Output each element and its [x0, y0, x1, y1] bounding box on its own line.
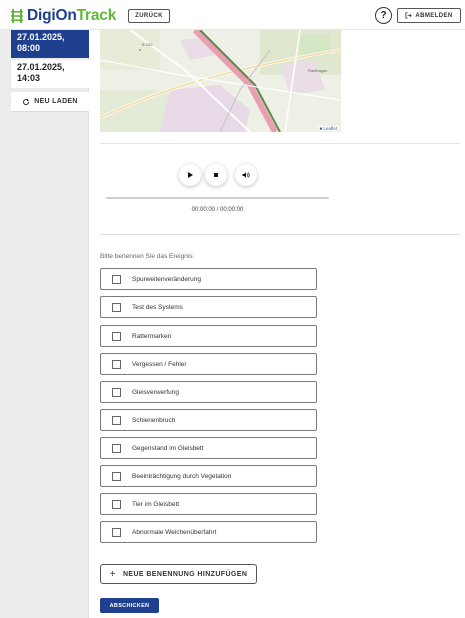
checkbox[interactable] [112, 471, 121, 481]
option-vergessen-fehler[interactable]: Vergessen / Fehler [100, 353, 317, 375]
divider [100, 234, 460, 235]
help-button[interactable]: ? [375, 7, 392, 24]
option-tier-im-gleisbett[interactable]: Tier im Gleisbett [100, 493, 317, 515]
submit-button[interactable]: ABSCHICKEN [100, 598, 159, 613]
sidebar-item-event-2[interactable]: 27.01.2025, 14:03 [11, 60, 89, 88]
option-beeintraechtigung-vegetation[interactable]: Beeinträchtigung durch Vegetation [100, 465, 317, 487]
option-schienenbruch[interactable]: Schienenbruch [100, 409, 317, 431]
checkbox[interactable] [112, 527, 121, 537]
checkbox[interactable] [112, 359, 121, 369]
app-header: DigiOnTrack ZURÜCK ? ABMELDEN [0, 0, 465, 30]
logout-label: ABMELDEN [415, 12, 453, 19]
checkbox[interactable] [112, 415, 121, 425]
map-tiles: B 100 Rasthagen [100, 30, 341, 132]
checkbox[interactable] [112, 499, 121, 509]
back-button[interactable]: ZURÜCK [128, 9, 170, 23]
option-label: Schienenbruch [132, 416, 176, 424]
option-label: Abnormale Weichenüberfahrt [132, 528, 217, 536]
logo: DigiOnTrack [11, 7, 116, 25]
brand-name: DigiOnTrack [27, 7, 117, 24]
stop-button[interactable] [205, 164, 227, 186]
logout-icon [405, 12, 413, 19]
play-icon [188, 172, 193, 178]
option-label: Rattermarken [132, 332, 172, 340]
checkbox[interactable] [112, 274, 121, 284]
option-label: Tier im Gleisbett [132, 500, 180, 508]
checkbox[interactable] [112, 331, 121, 341]
logout-button[interactable]: ABMELDEN [397, 8, 461, 23]
option-label: Test des Systems [132, 303, 183, 311]
map-view[interactable]: B 100 Rasthagen ■ Leaflet [100, 30, 341, 132]
option-label: Vergessen / Fehler [132, 360, 187, 368]
event-sidebar: 27.01.2025, 08:00 27.01.2025, 14:03 NEU … [0, 30, 89, 618]
stop-icon [214, 173, 218, 177]
sidebar-item-event-1[interactable]: 27.01.2025, 08:00 [11, 30, 89, 58]
railway-track-icon [11, 9, 23, 23]
add-label-text: NEUE BENENNUNG HINZUFÜGEN [122, 570, 248, 578]
playback-progress-bar[interactable] [106, 197, 329, 199]
map-attribution[interactable]: ■ Leaflet [317, 126, 339, 131]
reload-icon [23, 98, 30, 105]
checkbox[interactable] [112, 387, 121, 397]
play-button[interactable] [179, 164, 201, 186]
divider [100, 143, 460, 144]
checkbox[interactable] [112, 443, 121, 453]
option-gleisverwerfung[interactable]: Gleisverwerfung [100, 381, 317, 403]
option-label: Spurweitenveränderung [132, 275, 202, 283]
plus-icon: + [109, 568, 116, 580]
form-question: Bitte benennen Sie das Ereignis: [100, 253, 195, 260]
option-rattermarken[interactable]: Rattermarken [100, 325, 317, 347]
option-spurweitenveraenderung[interactable]: Spurweitenveränderung [100, 268, 317, 290]
help-icon: ? [380, 10, 387, 21]
volume-icon [242, 172, 250, 178]
option-test-des-systems[interactable]: Test des Systems [100, 296, 317, 318]
reload-label: NEU LADEN [34, 98, 78, 105]
volume-button[interactable] [235, 164, 257, 186]
playback-time: 00:00:00 / 00:00:00 [191, 207, 244, 213]
checkbox[interactable] [112, 302, 121, 312]
option-label: Gegenstand im Gleisbett [132, 444, 204, 452]
option-label: Beeinträchtigung durch Vegetation [132, 472, 232, 480]
map-road-label: B 100 [142, 42, 153, 47]
option-label: Gleisverwerfung [132, 388, 179, 396]
map-place-label: Rasthagen [308, 68, 327, 73]
option-abnormale-weichenueberfahrt[interactable]: Abnormale Weichenüberfahrt [100, 521, 317, 543]
reload-button[interactable]: NEU LADEN [11, 92, 89, 112]
add-label-button[interactable]: + NEUE BENENNUNG HINZUFÜGEN [100, 564, 257, 584]
option-gegenstand-im-gleisbett[interactable]: Gegenstand im Gleisbett [100, 437, 317, 459]
